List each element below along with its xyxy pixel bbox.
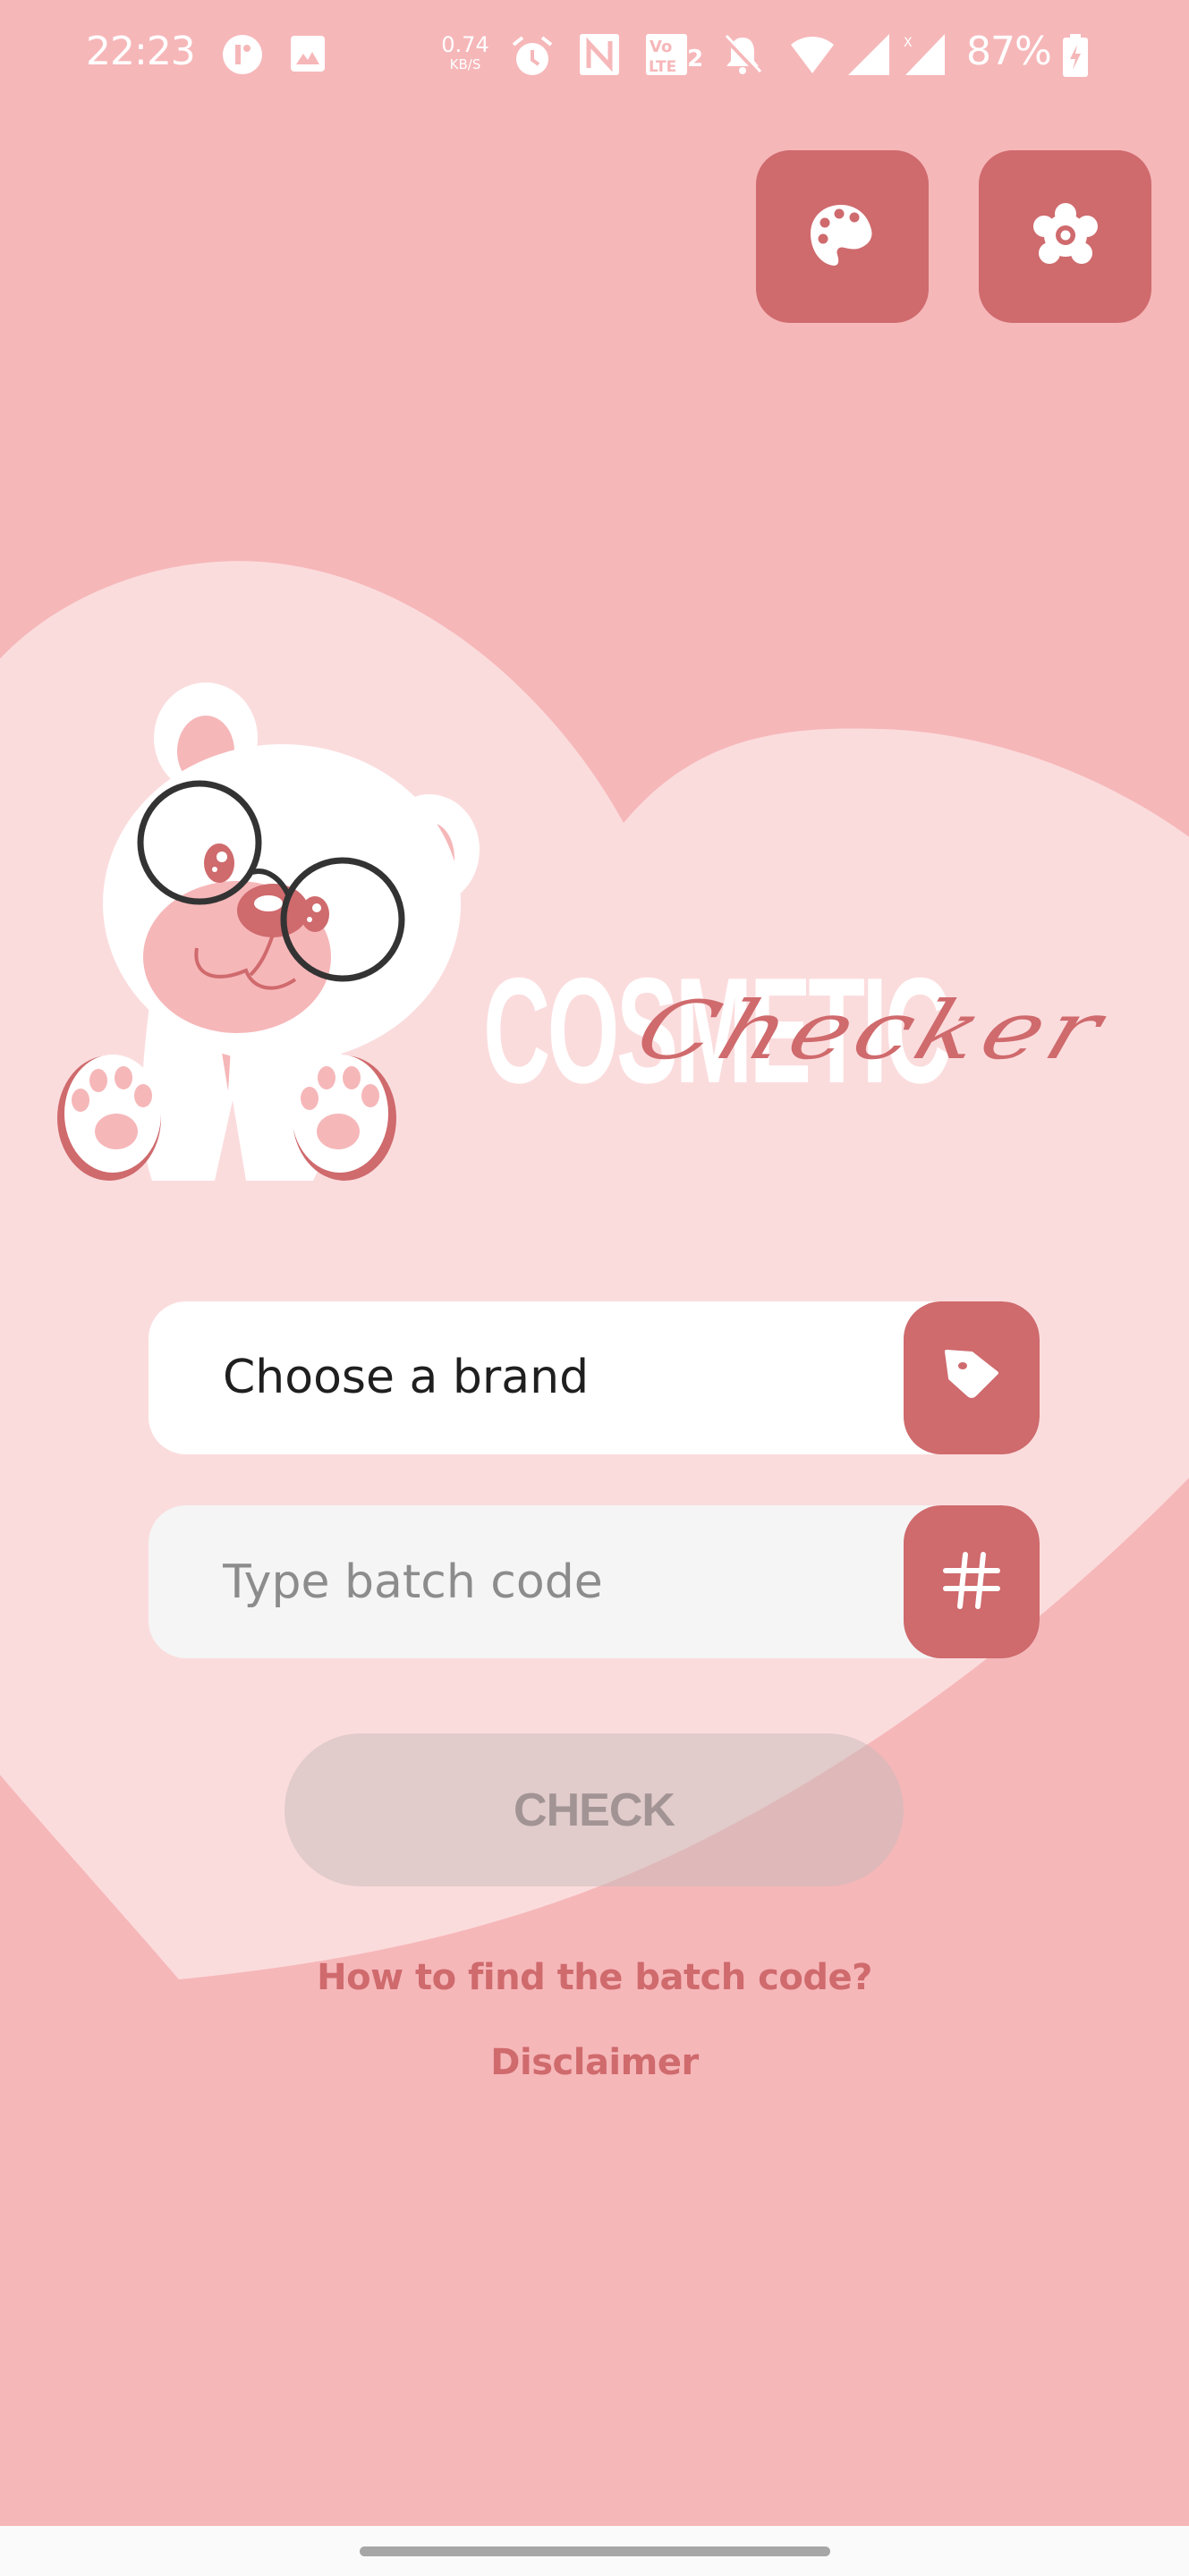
- alarm-icon: [510, 34, 555, 82]
- system-navigation-bar: [0, 2526, 1189, 2576]
- status-time: 22:23: [86, 29, 196, 74]
- network-speed: 0.74 KB/S: [441, 32, 489, 72]
- background-heart: [0, 561, 1189, 1979]
- battery-percent: 87%: [966, 29, 1052, 74]
- mute-icon: [723, 34, 762, 79]
- svg-text:2: 2: [687, 46, 701, 72]
- logo-word-checker: Checker: [624, 984, 1117, 1078]
- app-notification-icon: [222, 34, 263, 79]
- home-gesture-handle[interactable]: [360, 2546, 830, 2556]
- tag-icon: [943, 1348, 1000, 1409]
- palette-icon: [810, 203, 875, 271]
- wifi-icon: [789, 34, 836, 79]
- svg-text:LTE: LTE: [649, 58, 676, 75]
- disclaimer-link[interactable]: Disclaimer: [0, 2042, 1189, 2083]
- gallery-icon: [291, 34, 325, 77]
- how-to-find-batch-code-link[interactable]: How to find the batch code?: [0, 1957, 1189, 1998]
- brand-selector[interactable]: Choose a brand: [149, 1301, 1040, 1454]
- svg-text:X: X: [904, 36, 913, 50]
- battery-charging-icon: [1063, 34, 1088, 80]
- volte-2-icon: Vo LTE 2: [646, 34, 703, 79]
- signal-icon: [848, 34, 889, 79]
- batch-hash-button[interactable]: [904, 1505, 1040, 1658]
- gear-icon: [1032, 202, 1098, 271]
- brand-selector-label: Choose a brand: [223, 1351, 590, 1404]
- check-button[interactable]: CHECK: [285, 1733, 904, 1886]
- batch-code-input[interactable]: [223, 1505, 938, 1658]
- status-bar: 22:23 0.74 KB/S Vo LTE 2 X 87%: [0, 0, 1189, 112]
- nfc-icon: [580, 34, 619, 79]
- bear-mascot-illustration: [57, 682, 480, 1181]
- signal-no-data-icon: X: [902, 34, 947, 79]
- svg-text:Vo: Vo: [650, 38, 672, 56]
- theme-button[interactable]: [756, 150, 929, 323]
- hash-icon: [942, 1551, 1001, 1614]
- brand-tag-button[interactable]: [904, 1301, 1040, 1454]
- batch-code-field[interactable]: [149, 1505, 1040, 1658]
- settings-button[interactable]: [979, 150, 1151, 323]
